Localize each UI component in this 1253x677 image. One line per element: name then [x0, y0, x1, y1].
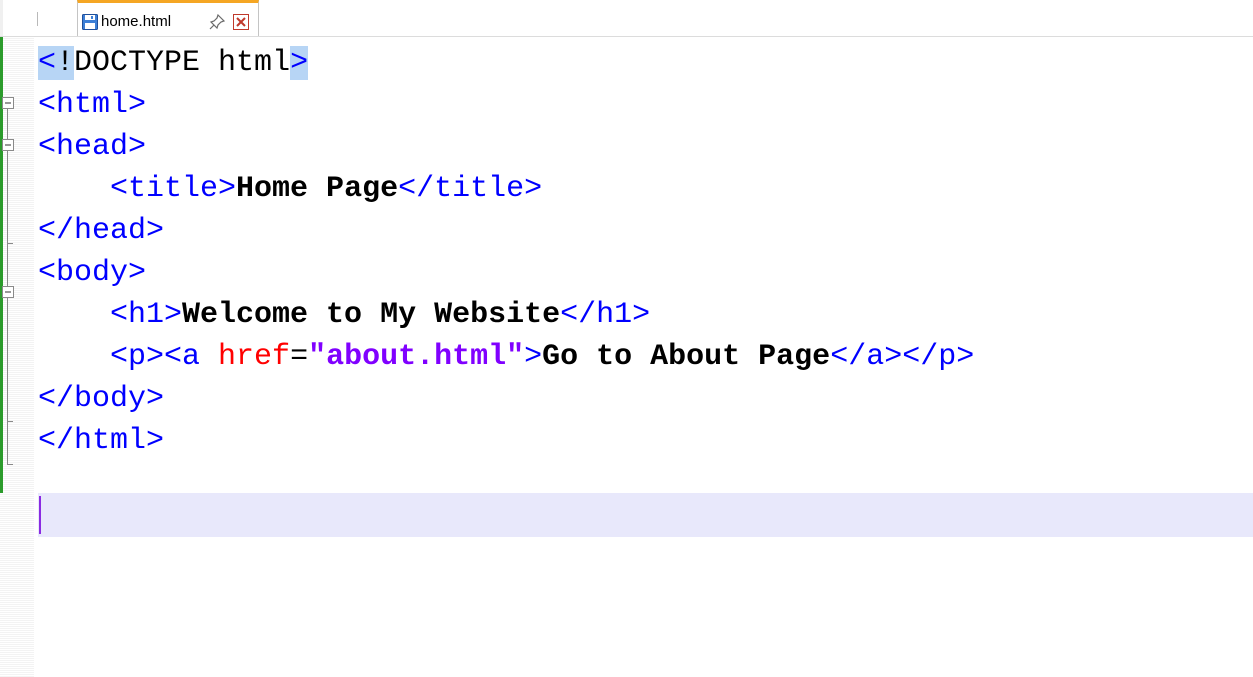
code-token: <h1>	[110, 298, 183, 332]
code-token: href	[218, 340, 291, 374]
code-token: </title>	[398, 172, 543, 206]
fold-end-html	[7, 464, 13, 465]
code-token: >	[290, 46, 309, 80]
close-icon[interactable]	[233, 14, 249, 30]
code-line[interactable]: <html>	[38, 84, 1253, 126]
fold-end-head	[7, 243, 13, 244]
tab-separator	[37, 12, 38, 26]
code-line[interactable]: </body>	[38, 378, 1253, 420]
code-token: !	[56, 46, 75, 80]
code-token: =	[290, 340, 309, 374]
code-line[interactable]: <head>	[38, 126, 1253, 168]
code-token: </head>	[38, 214, 165, 248]
code-token: </html>	[38, 424, 165, 458]
code-editor[interactable]: <!DOCTYPE html> <html> <head> <title>Home …	[0, 37, 1253, 677]
tab-home-html[interactable]: home.html	[77, 0, 259, 37]
floppy-disk-icon	[82, 14, 98, 30]
code-token: </body>	[38, 382, 165, 416]
code-token: Home Page	[236, 172, 399, 206]
code-line[interactable]: <h1>Welcome to My Website</h1>	[38, 294, 1253, 336]
code-line[interactable]: <title>Home Page</title>	[38, 168, 1253, 210]
code-line[interactable]: <body>	[38, 252, 1253, 294]
fold-line	[7, 102, 8, 464]
code-token: </h1>	[560, 298, 651, 332]
code-token: Welcome to My Website	[182, 298, 561, 332]
code-token: "about.html"	[308, 340, 525, 374]
code-token: <head>	[38, 130, 147, 164]
fold-collapse-icon[interactable]	[2, 138, 14, 151]
fold-margin	[0, 37, 34, 677]
code-line[interactable]	[38, 462, 1253, 504]
code-token: >	[524, 340, 543, 374]
editor-window: home.html <!DOCTYPE html> <html> <head> …	[0, 0, 1253, 677]
fold-end-body	[7, 421, 13, 422]
gutter	[0, 37, 34, 677]
code-token: <	[38, 46, 57, 80]
tab-bar: home.html	[0, 0, 1253, 37]
code-token: <body>	[38, 256, 147, 290]
code-token: <title>	[110, 172, 237, 206]
tab-label: home.html	[101, 13, 172, 30]
code-area[interactable]: <!DOCTYPE html> <html> <head> <title>Home …	[38, 37, 1253, 677]
code-line[interactable]: <p><a href="about.html">Go to About Page…	[38, 336, 1253, 378]
code-token: </a></p>	[830, 340, 975, 374]
tab-bar-edge	[0, 0, 3, 37]
pin-icon[interactable]	[209, 13, 226, 30]
code-token: Go to About Page	[542, 340, 831, 374]
fold-collapse-icon[interactable]	[2, 96, 14, 109]
fold-collapse-icon[interactable]	[2, 285, 14, 298]
code-token: <p><a	[110, 340, 219, 374]
code-line[interactable]: </head>	[38, 210, 1253, 252]
code-line[interactable]: <!DOCTYPE html>	[38, 42, 1253, 84]
code-token: DOCTYPE html	[74, 46, 291, 80]
code-token: <html>	[38, 88, 147, 122]
code-line[interactable]: </html>	[38, 420, 1253, 462]
